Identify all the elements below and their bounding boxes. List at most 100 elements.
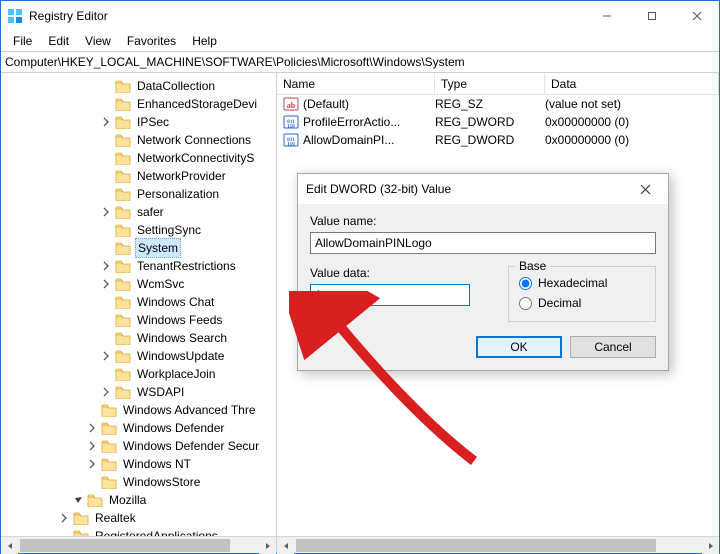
tree-item[interactable]: WindowsStore	[1, 473, 276, 491]
tree-item-label: Windows Defender	[121, 419, 226, 437]
tree-item-label: Windows Search	[135, 329, 229, 347]
tree-item-label: WSDAPI	[135, 383, 186, 401]
tree-item[interactable]: Windows Defender	[1, 419, 276, 437]
tree-item[interactable]: Network Connections	[1, 131, 276, 149]
tree-item-label: WindowsUpdate	[135, 347, 226, 365]
column-header-type[interactable]: Type	[435, 73, 545, 94]
tree-item[interactable]: WSDAPI	[1, 383, 276, 401]
tree-item[interactable]: RegisteredApplications	[1, 527, 276, 536]
folder-icon	[115, 295, 131, 309]
tree-item-label: Windows Chat	[135, 293, 216, 311]
chevron-right-icon[interactable]	[85, 421, 99, 435]
menu-view[interactable]: View	[77, 32, 119, 50]
chevron-right-icon[interactable]	[99, 205, 113, 219]
tree-item-label: WcmSvc	[135, 275, 186, 293]
tree-item[interactable]: IPSec	[1, 113, 276, 131]
list-cell-name: (Default)	[303, 97, 349, 111]
edit-dword-dialog: Edit DWORD (32-bit) Value Value name: Va…	[297, 173, 669, 371]
tree-item[interactable]: Windows Feeds	[1, 311, 276, 329]
chevron-right-icon[interactable]	[99, 349, 113, 363]
reg-dword-icon	[283, 132, 299, 148]
column-header-data[interactable]: Data	[545, 73, 719, 94]
tree-item[interactable]: Windows Advanced Thre	[1, 401, 276, 419]
menu-file[interactable]: File	[5, 32, 40, 50]
tree-item-label: NetworkProvider	[135, 167, 228, 185]
folder-icon	[115, 385, 131, 399]
tree-item[interactable]: NetworkProvider	[1, 167, 276, 185]
tree-item[interactable]: Windows Chat	[1, 293, 276, 311]
tree-item[interactable]: System	[1, 239, 276, 257]
folder-icon	[115, 115, 131, 129]
menu-favorites[interactable]: Favorites	[119, 32, 184, 50]
radio-hexadecimal-label: Hexadecimal	[538, 276, 607, 290]
tree-item[interactable]: SettingSync	[1, 221, 276, 239]
titlebar: Registry Editor	[1, 1, 719, 31]
value-data-input[interactable]	[310, 284, 470, 306]
radio-decimal-input[interactable]	[519, 297, 532, 310]
close-button[interactable]	[674, 1, 719, 31]
chevron-right-icon[interactable]	[99, 259, 113, 273]
tree-item[interactable]: NetworkConnectivityS	[1, 149, 276, 167]
tree-item[interactable]: DataCollection	[1, 77, 276, 95]
chevron-down-icon[interactable]	[71, 493, 85, 507]
dialog-close-button[interactable]	[630, 174, 660, 204]
value-name-input[interactable]	[310, 232, 656, 254]
folder-icon	[101, 475, 117, 489]
tree-item[interactable]: TenantRestrictions	[1, 257, 276, 275]
tree-item[interactable]: Windows Defender Secur	[1, 437, 276, 455]
folder-icon	[115, 187, 131, 201]
radio-hexadecimal-input[interactable]	[519, 277, 532, 290]
list-row[interactable]: (Default)REG_SZ(value not set)	[277, 95, 719, 113]
tree-hscroll-track[interactable]	[18, 537, 259, 553]
menu-edit[interactable]: Edit	[40, 32, 77, 50]
chevron-right-icon[interactable]	[85, 439, 99, 453]
tree-pane[interactable]: DataCollectionEnhancedStorageDeviIPSecNe…	[1, 73, 277, 536]
list-hscroll-thumb[interactable]	[296, 539, 656, 552]
chevron-right-icon[interactable]	[99, 277, 113, 291]
tree-item[interactable]: WorkplaceJoin	[1, 365, 276, 383]
tree-item-label: NetworkConnectivityS	[135, 149, 256, 167]
chevron-right-icon[interactable]	[57, 511, 71, 525]
folder-icon	[115, 97, 131, 111]
radio-decimal[interactable]: Decimal	[519, 293, 645, 313]
chevron-right-icon[interactable]	[85, 457, 99, 471]
maximize-button[interactable]	[629, 1, 674, 31]
list-cell-data: 0x00000000 (0)	[545, 115, 719, 129]
tree-item[interactable]: EnhancedStorageDevi	[1, 95, 276, 113]
list-hscroll-left[interactable]	[277, 537, 294, 554]
tree-item[interactable]: Mozilla	[1, 491, 276, 509]
cancel-button[interactable]: Cancel	[570, 336, 656, 358]
folder-icon	[115, 367, 131, 381]
folder-icon	[115, 241, 131, 255]
tree-item[interactable]: Personalization	[1, 185, 276, 203]
tree-hscroll-right[interactable]	[259, 537, 276, 554]
list-cell-data: 0x00000000 (0)	[545, 133, 719, 147]
tree-item[interactable]: WindowsUpdate	[1, 347, 276, 365]
ok-button[interactable]: OK	[476, 336, 562, 358]
tree-item[interactable]: Windows Search	[1, 329, 276, 347]
list-hscroll-track[interactable]	[294, 537, 702, 553]
value-data-label: Value data:	[310, 266, 490, 280]
list-hscroll-right[interactable]	[702, 537, 719, 554]
radio-hexadecimal[interactable]: Hexadecimal	[519, 273, 645, 293]
menu-help[interactable]: Help	[184, 32, 225, 50]
list-row[interactable]: AllowDomainPI...REG_DWORD0x00000000 (0)	[277, 131, 719, 149]
chevron-right-icon[interactable]	[99, 385, 113, 399]
tree-hscroll-left[interactable]	[1, 537, 18, 554]
tree-item-label: System	[135, 238, 181, 258]
tree-item[interactable]: safer	[1, 203, 276, 221]
tree-item[interactable]: WcmSvc	[1, 275, 276, 293]
chevron-right-icon[interactable]	[99, 115, 113, 129]
minimize-button[interactable]	[584, 1, 629, 31]
tree-item[interactable]: Windows NT	[1, 455, 276, 473]
address-bar[interactable]: Computer\HKEY_LOCAL_MACHINE\SOFTWARE\Pol…	[1, 51, 719, 73]
tree-item[interactable]: Realtek	[1, 509, 276, 527]
folder-icon	[115, 169, 131, 183]
folder-icon	[115, 133, 131, 147]
column-header-name[interactable]: Name	[277, 73, 435, 94]
tree-hscroll-thumb[interactable]	[20, 539, 230, 552]
tree-item-label: SettingSync	[135, 221, 203, 239]
folder-icon	[101, 421, 117, 435]
dialog-title: Edit DWORD (32-bit) Value	[306, 182, 630, 196]
list-row[interactable]: ProfileErrorActio...REG_DWORD0x00000000 …	[277, 113, 719, 131]
